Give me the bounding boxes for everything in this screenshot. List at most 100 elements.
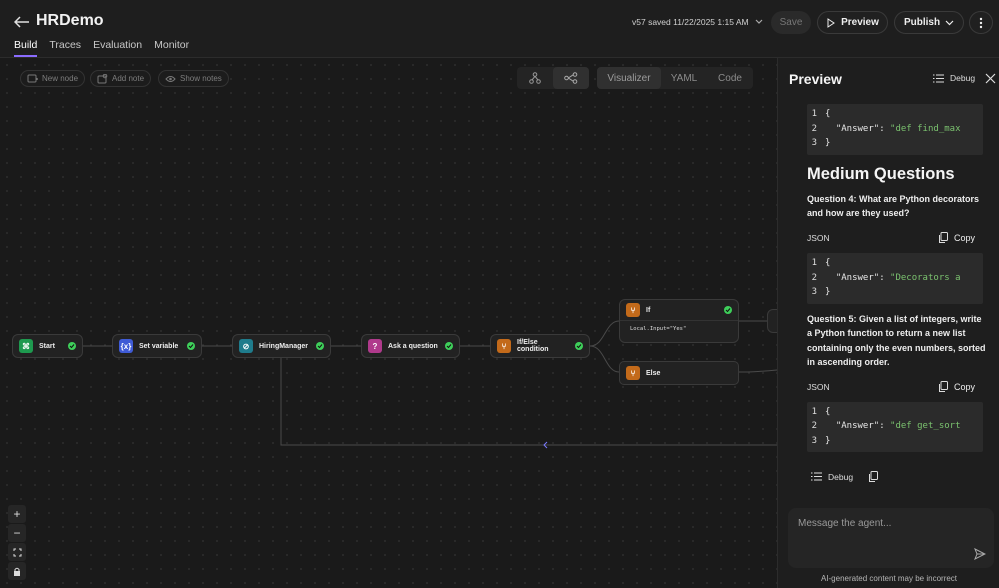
status-check-icon [445,342,453,350]
fit-view-button[interactable] [8,543,26,561]
code-brace-close: } [825,436,831,447]
list-icon [811,472,822,481]
save-button[interactable]: Save [771,11,811,34]
more-vertical-icon [979,17,983,28]
code-value: "def get_sort [890,421,961,432]
question-5: Question 5: Given a list of integers, wr… [807,313,986,368]
node-if-else-condition[interactable]: ⑂ If/Else condition [490,334,590,358]
message-actions: Debug [811,471,879,482]
code-brace-open: { [825,109,831,120]
chevron-down-icon [945,20,954,25]
variable-icon: {x} [119,339,133,353]
version-dropdown[interactable]: v57 saved 11/22/2025 1:15 AM [632,17,763,27]
code-block-1: 1{ 2 "Answer": "def find_max 3} [807,104,983,155]
zoom-out-button[interactable]: − [8,524,26,542]
node-next-partial[interactable] [767,309,777,333]
json-label: JSON [807,381,830,392]
message-input[interactable] [798,518,968,529]
flow-canvas[interactable]: New node Add note Show notes Visualizer … [0,58,777,588]
message-debug-button[interactable]: Debug [811,472,853,482]
play-icon [827,17,835,28]
message-debug-label: Debug [828,471,854,482]
copy-icon [938,232,948,244]
lock-button[interactable] [8,562,26,580]
message-composer [788,508,994,568]
zoom-in-button[interactable]: + [8,505,26,523]
copy-button[interactable]: Copy [938,232,975,244]
node-start-label: Start [39,342,55,350]
node-hiring-manager[interactable]: ⊘ HiringManager [232,334,331,358]
lock-icon [14,567,20,576]
code-block-header: JSON Copy [807,227,983,249]
code-block-header: JSON Copy [807,376,983,398]
list-icon [933,74,944,82]
fullscreen-icon [13,548,21,556]
code-brace-close: } [825,287,831,298]
ai-disclaimer: AI-generated content may be incorrect [820,574,958,583]
top-header: HRDemo Build Traces Evaluation Monitor v… [0,0,999,58]
plus-icon: + [13,507,21,521]
debug-label: Debug [950,73,976,83]
debug-toggle[interactable]: Debug [933,73,975,83]
tab-evaluation[interactable]: Evaluation [93,39,142,57]
code-key: "Answer" [835,123,880,134]
status-check-icon [316,342,324,350]
publish-label: Publish [903,17,941,28]
node-else[interactable]: ⑂ Else [619,361,739,385]
status-check-icon [187,342,195,350]
publish-button[interactable]: Publish [894,11,964,34]
close-icon[interactable] [985,73,996,84]
status-check-icon [68,342,76,350]
node-if-else-label: If/Else condition [517,339,549,353]
app-title: HRDemo [36,12,104,29]
code-block-2: 1{ 2 "Answer": "Decorators a 3} [807,252,983,304]
branch-icon: ⑂ [626,366,640,380]
send-icon[interactable] [974,548,986,560]
copy-label: Copy [953,381,975,392]
preview-title: Preview [789,71,842,87]
branch-icon: ⑂ [626,303,640,317]
code-key: "Answer" [835,272,880,283]
save-status-text: v57 saved 11/22/2025 1:15 AM [632,17,749,27]
question-4: Question 4: What are Python decorators a… [807,193,980,219]
question-icon: ? [368,339,382,353]
branch-icon: ⑂ [497,339,511,353]
agent-icon: ⊘ [239,339,253,353]
preview-label: Preview [841,17,879,28]
node-start[interactable]: ⌘ Start [12,334,83,358]
node-ask-question[interactable]: ? Ask a question [361,334,460,358]
code-key: "Answer" [835,421,880,432]
code-brace-open: { [825,406,831,417]
code-value: "Decorators a [890,272,961,283]
save-label: Save [779,17,803,28]
code-value: "def find_max [890,123,961,134]
node-ask-question-label: Ask a question [388,342,438,350]
section-heading: Medium Questions [807,164,955,183]
chat-transcript[interactable]: 1{ 2 "Answer": "def find_max 3} Medium Q… [795,96,990,494]
code-block-3: 1{ 2 "Answer": "def get_sort 3} [807,401,983,453]
main-tabs: Build Traces Evaluation Monitor [14,39,189,57]
node-if-label: If [646,306,651,314]
more-options-button[interactable] [969,11,993,34]
status-check-icon [575,342,583,350]
preview-panel: Preview Debug 1{ 2 "Answer": "def find_m… [777,58,999,588]
json-label: JSON [807,232,830,243]
tab-traces[interactable]: Traces [49,39,81,57]
copy-button[interactable]: Copy [938,381,975,393]
chevron-down-icon [755,19,763,24]
if-header: ⑂ If [620,300,738,321]
node-if[interactable]: ⑂ If Local.Input="Yes" [619,299,739,343]
node-hiring-manager-label: HiringManager [259,342,309,350]
node-set-variable[interactable]: {x} Set variable [112,334,202,358]
copy-icon[interactable] [869,471,879,482]
code-brace-open: { [825,258,831,269]
copy-icon [938,381,948,393]
tab-build[interactable]: Build [14,39,38,57]
node-else-label: Else [646,369,661,377]
copy-label: Copy [953,232,975,243]
tab-monitor[interactable]: Monitor [154,39,189,57]
preview-button[interactable]: Preview [817,11,888,34]
node-set-variable-label: Set variable [139,342,179,350]
if-condition-expression: Local.Input="Yes" [630,326,687,332]
back-arrow-icon[interactable] [12,13,32,31]
